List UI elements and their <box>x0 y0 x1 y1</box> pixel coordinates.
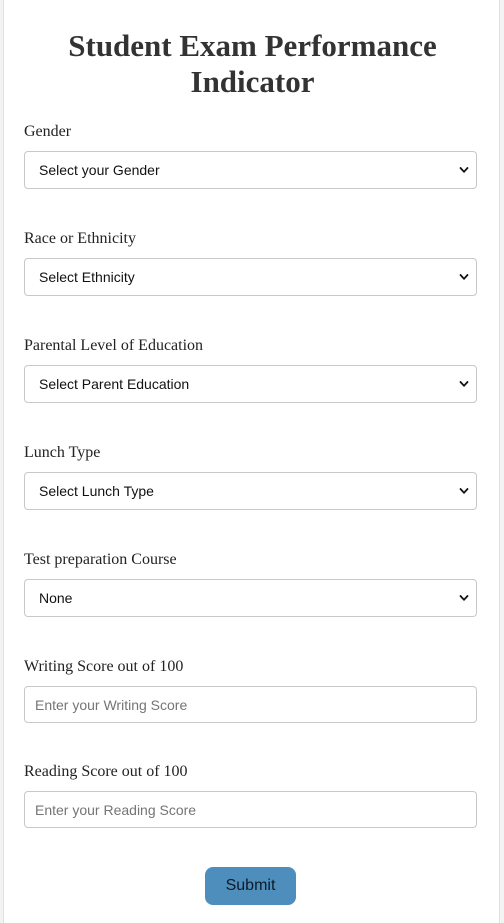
chevron-down-icon <box>459 381 469 387</box>
ethnicity-label: Race or Ethnicity <box>24 230 136 247</box>
chevron-down-icon <box>459 274 469 280</box>
lunch-type-select[interactable]: Select Lunch Type <box>24 472 477 510</box>
gender-select-value: Select your Gender <box>39 162 160 178</box>
test-prep-label: Test preparation Course <box>24 551 177 568</box>
reading-score-input[interactable] <box>24 791 477 828</box>
lunch-type-select-value: Select Lunch Type <box>39 483 154 499</box>
parental-education-select-value: Select Parent Education <box>39 376 190 392</box>
gender-label: Gender <box>24 123 72 140</box>
gender-select[interactable]: Select your Gender <box>24 151 477 189</box>
ethnicity-select[interactable]: Select Ethnicity <box>24 258 477 296</box>
test-prep-select[interactable]: None <box>24 579 477 617</box>
page-title: Student Exam Performance Indicator <box>68 28 437 99</box>
parental-education-select[interactable]: Select Parent Education <box>24 365 477 403</box>
writing-score-label: Writing Score out of 100 <box>24 658 184 675</box>
writing-score-input[interactable] <box>24 686 477 723</box>
submit-button[interactable]: Submit <box>205 867 296 905</box>
lunch-type-label: Lunch Type <box>24 444 101 461</box>
test-prep-select-value: None <box>39 590 73 606</box>
reading-score-label: Reading Score out of 100 <box>24 763 188 780</box>
chevron-down-icon <box>459 595 469 601</box>
form-page: Student Exam Performance Indicator Gende… <box>3 0 500 923</box>
chevron-down-icon <box>459 488 469 494</box>
ethnicity-select-value: Select Ethnicity <box>39 269 135 285</box>
parental-education-label: Parental Level of Education <box>24 337 204 354</box>
chevron-down-icon <box>459 167 469 173</box>
